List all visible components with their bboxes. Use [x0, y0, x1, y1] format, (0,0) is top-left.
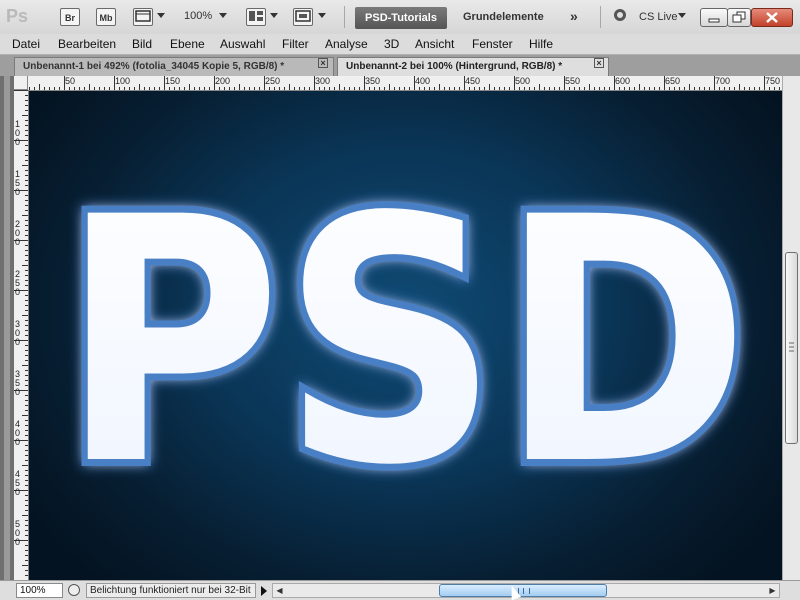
screen-mode-chevron-down-icon[interactable] [318, 13, 326, 18]
workspace-more-icon[interactable]: » [570, 8, 578, 24]
menu-filter[interactable]: Filter [282, 37, 309, 51]
ruler-label: 50 [65, 76, 76, 86]
horizontal-scrollbar[interactable]: ◀ ▶ [272, 583, 780, 598]
document-tab-bar: Unbenannt-1 bei 492% (fotolia_34045 Kopi… [0, 55, 800, 77]
ruler-label: 400 [415, 76, 431, 86]
menu-hilfe[interactable]: Hilfe [529, 37, 553, 51]
toolbar-divider [344, 6, 345, 28]
horizontal-scroll-thumb[interactable] [439, 584, 607, 597]
bridge-button[interactable]: Br [60, 8, 80, 26]
menu-auswahl[interactable]: Auswahl [220, 37, 265, 51]
vertical-ruler[interactable]: 100 150 200 250 300 350 400 450 500 [14, 90, 29, 580]
ruler-label: 100 [115, 76, 131, 86]
ruler-label: 350 [15, 369, 21, 397]
zoom-level[interactable]: 100% [184, 10, 212, 22]
photoshop-logo: Ps [6, 6, 29, 26]
ruler-label: 150 [15, 169, 21, 197]
ruler-label: 250 [15, 269, 21, 297]
ruler-label: 100 [15, 119, 21, 147]
ruler-label: 250 [265, 76, 281, 86]
scroll-right-icon[interactable]: ▶ [766, 584, 779, 597]
menu-datei[interactable]: Datei [12, 37, 40, 51]
ruler-label: 350 [365, 76, 381, 86]
ruler-label: 400 [15, 419, 21, 447]
vertical-scrollbar[interactable] [782, 76, 800, 580]
menu-fenster[interactable]: Fenster [472, 37, 513, 51]
workspace-psd-tutorials-button[interactable]: PSD-Tutorials [355, 7, 447, 29]
menu-ebene[interactable]: Ebene [170, 37, 205, 51]
tab-label: Unbenannt-1 bei 492% (fotolia_34045 Kopi… [23, 61, 285, 72]
zoom-chevron-down-icon[interactable] [219, 13, 227, 18]
cs-live-icon[interactable] [614, 9, 626, 21]
menu-analyse[interactable]: Analyse [325, 37, 368, 51]
arrange-chevron-down-icon[interactable] [270, 13, 278, 18]
arrange-documents-icon[interactable] [246, 8, 266, 26]
menu-bearbeiten[interactable]: Bearbeiten [58, 37, 116, 51]
ruler-label: 450 [15, 469, 21, 497]
menu-bar: Datei Bearbeiten Bild Ebene Auswahl Filt… [0, 34, 800, 55]
toolbar-divider [600, 6, 601, 28]
ruler-label: 300 [315, 76, 331, 86]
ruler-label: 300 [15, 319, 21, 347]
zoom-field[interactable]: 100% [16, 583, 63, 598]
restore-button[interactable] [727, 8, 751, 27]
status-message: Belichtung funktioniert nur bei 32-Bit [86, 583, 256, 598]
ruler-label: 700 [715, 76, 731, 86]
minimize-button[interactable] [700, 8, 728, 27]
tab-close-icon[interactable]: × [318, 58, 328, 68]
close-button[interactable] [751, 8, 793, 27]
view-extras-icon[interactable] [133, 8, 153, 26]
ruler-label: 200 [215, 76, 231, 86]
ruler-label: 550 [565, 76, 581, 86]
status-menu-arrow-icon[interactable] [261, 586, 267, 596]
ruler-label: 450 [465, 76, 481, 86]
mini-bridge-button[interactable]: Mb [96, 8, 116, 26]
scroll-left-icon[interactable]: ◀ [273, 584, 286, 597]
ruler-label: 500 [515, 76, 531, 86]
ruler-label: 150 [165, 76, 181, 86]
cs-live-chevron-down-icon[interactable] [678, 13, 686, 18]
vertical-scroll-thumb[interactable] [785, 252, 798, 444]
ruler-label: 600 [615, 76, 631, 86]
workspace-grundelemente-button[interactable]: Grundelemente [463, 11, 544, 23]
cs-live-button[interactable]: CS Live [639, 11, 678, 23]
menu-3d[interactable]: 3D [384, 37, 399, 51]
ruler-label: 750 [765, 76, 781, 86]
ruler-label: 500 [15, 519, 21, 547]
status-info-icon[interactable] [68, 584, 80, 596]
document-canvas[interactable]: PSD [29, 91, 782, 580]
menu-ansicht[interactable]: Ansicht [415, 37, 454, 51]
horizontal-ruler[interactable]: 50 100 150 200 250 300 350 400 450 500 5… [14, 76, 782, 91]
view-extras-chevron-down-icon[interactable] [157, 13, 165, 18]
ruler-label: 650 [665, 76, 681, 86]
canvas-psd-text: PSD [60, 145, 750, 539]
screen-mode-icon[interactable] [293, 8, 313, 26]
tab-unbenannt-2[interactable]: Unbenannt-2 bei 100% (Hintergrund, RGB/8… [337, 57, 609, 76]
panel-divider [0, 76, 14, 580]
tab-close-icon[interactable]: × [594, 58, 604, 68]
menu-bild[interactable]: Bild [132, 37, 152, 51]
status-bar: 100% Belichtung funktioniert nur bei 32-… [0, 580, 800, 600]
application-bar: Ps Br Mb 100% PSD-Tutorials Grundelement… [0, 0, 800, 35]
ruler-origin[interactable] [14, 76, 28, 90]
tab-label: Unbenannt-2 bei 100% (Hintergrund, RGB/8… [346, 61, 563, 72]
tab-unbenannt-1[interactable]: Unbenannt-1 bei 492% (fotolia_34045 Kopi… [14, 57, 334, 76]
ruler-label: 200 [15, 219, 21, 247]
